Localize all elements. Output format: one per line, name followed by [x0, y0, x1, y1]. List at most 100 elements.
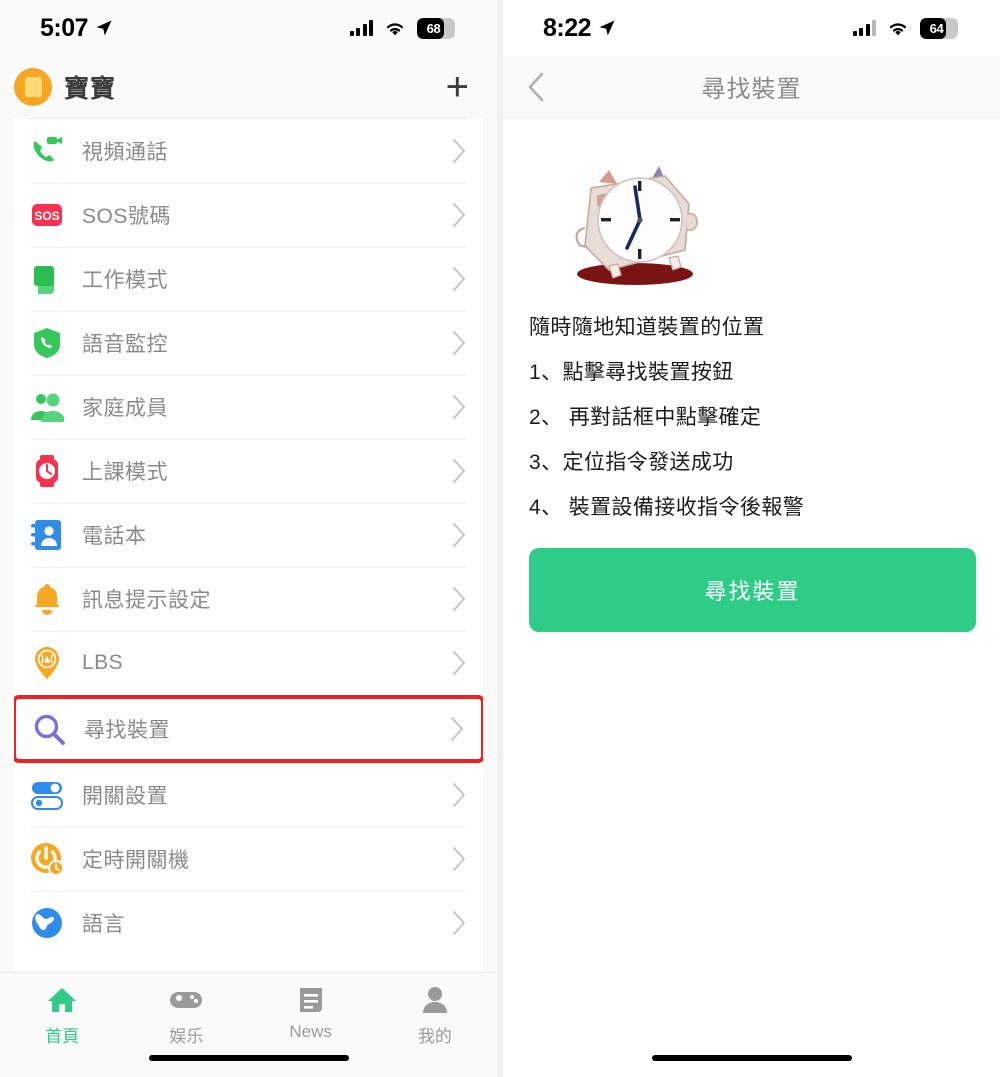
lbs-location-pin-icon [30, 646, 64, 680]
alarm-clock-illustration [575, 166, 698, 285]
search-device-icon [32, 712, 66, 746]
cellular-signal-icon [349, 20, 373, 36]
menu-row[interactable]: 定時開關機 [14, 827, 483, 891]
chevron-right-icon [453, 267, 465, 291]
device-name: 寶寶 [64, 75, 117, 103]
chevron-right-icon [453, 911, 465, 935]
menu-row[interactable]: 語音監控 [14, 311, 483, 375]
menu-row[interactable]: 開關設置 [14, 763, 483, 827]
svg-text:SOS: SOS [34, 209, 59, 223]
sos-icon: SOS [30, 198, 64, 232]
add-device-button[interactable]: + [446, 67, 469, 107]
left-status-bar: 5:07 68 [0, 0, 497, 56]
globe-language-icon [30, 906, 64, 940]
menu-row-label: 訊息提示設定 [82, 589, 211, 612]
chevron-right-icon [453, 459, 465, 483]
menu-row[interactable]: 工作模式 [14, 247, 483, 311]
battery-indicator: 64 [920, 17, 958, 39]
menu-row-label: 視頻通話 [82, 141, 168, 164]
instruction-step: 1、點擊尋找裝置按鈕 [529, 361, 734, 384]
news-icon [298, 985, 324, 1015]
app-header: 寶寶 + [0, 56, 497, 118]
menu-row-label: 開關設置 [82, 785, 168, 808]
tab-entertainment[interactable]: 娱乐 [124, 985, 248, 1077]
chevron-right-icon [453, 139, 465, 163]
navigation-bar: 尋找裝置 [503, 56, 1000, 118]
page-title: 尋找裝置 [701, 76, 802, 103]
menu-row-label: 尋找裝置 [84, 719, 170, 742]
menu-row-label: 工作模式 [82, 269, 168, 292]
bell-notification-icon [30, 582, 64, 616]
menu-row-label: 上課模式 [82, 461, 168, 484]
status-time: 8:22 [543, 13, 592, 42]
person-icon [422, 985, 448, 1015]
tab-news[interactable]: News [249, 985, 373, 1077]
tab-news-label: News [289, 1022, 332, 1041]
menu-row[interactable]: 視頻通話 [14, 119, 483, 183]
menu-row-label: LBS [82, 651, 124, 674]
tab-entertainment-label: 娱乐 [169, 1027, 204, 1046]
find-device-button-label: 尋找裝置 [704, 579, 801, 604]
find-device-body: 隨時隨地知道裝置的位置 1、點擊尋找裝置按鈕 2、 再對話框中點擊確定 3、定位指令發… [503, 118, 1000, 1077]
right-phone-screen: 8:22 64 尋找裝置 隨時隨地知道裝置的位置 1、點擊尋找裝置按鈕 2、 再… [503, 0, 1000, 1077]
family-members-icon [30, 390, 64, 424]
chevron-right-icon [453, 783, 465, 807]
battery-percent: 64 [929, 20, 944, 36]
chevron-right-icon [451, 717, 463, 741]
home-indicator [148, 1055, 349, 1061]
chevron-left-icon[interactable] [525, 71, 547, 103]
menu-row-label: SOS號碼 [82, 205, 171, 228]
wifi-icon [889, 22, 907, 35]
location-arrow-icon [599, 20, 615, 36]
bottom-tab-bar[interactable]: 首頁 娱乐 News 我的 [0, 972, 497, 1077]
menu-row[interactable]: LBS [14, 631, 483, 695]
status-left-group: 5:07 [40, 14, 113, 43]
home-indicator [651, 1055, 852, 1061]
chevron-right-icon [453, 523, 465, 547]
menu-row[interactable]: 家庭成員 [14, 375, 483, 439]
scheduled-power-icon [30, 842, 64, 876]
device-identity[interactable]: 寶寶 [14, 68, 116, 106]
dual-screenshot-container: 5:07 68 寶寶 + 視頻通話 SOS SOS號碼 工作模式 語音監控 家庭… [0, 0, 1000, 1077]
toggle-switch-icon [30, 778, 64, 812]
menu-row[interactable]: SOS SOS號碼 [14, 183, 483, 247]
find-device-button[interactable]: 尋找裝置 [529, 548, 976, 632]
menu-row-label: 語音監控 [82, 333, 168, 356]
menu-row[interactable]: 電話本 [14, 503, 483, 567]
left-phone-screen: 5:07 68 寶寶 + 視頻通話 SOS SOS號碼 工作模式 語音監控 家庭… [0, 0, 497, 1077]
battery-percent: 68 [426, 20, 441, 36]
home-icon [47, 985, 77, 1015]
battery-indicator: 68 [417, 17, 455, 39]
chevron-right-icon [453, 203, 465, 227]
menu-row-label: 家庭成員 [82, 397, 168, 420]
chevron-right-icon [453, 587, 465, 611]
menu-row[interactable]: 語言 [14, 891, 483, 955]
right-status-bar: 8:22 64 [503, 0, 1000, 56]
instruction-step: 2、 再對話框中點擊確定 [529, 406, 762, 429]
menu-row-find-device[interactable]: 尋找裝置 [14, 695, 483, 763]
gamepad-icon [169, 985, 203, 1015]
class-mode-watch-icon [30, 454, 64, 488]
phonebook-icon [30, 518, 64, 552]
work-mode-icon [30, 262, 64, 296]
instructions-heading: 隨時隨地知道裝置的位置 [529, 316, 765, 339]
menu-row-label: 電話本 [82, 525, 147, 548]
menu-row[interactable]: 上課模式 [14, 439, 483, 503]
video-call-icon [30, 134, 64, 168]
tab-profile-label: 我的 [417, 1027, 452, 1046]
menu-row[interactable]: 訊息提示設定 [14, 567, 483, 631]
tab-home[interactable]: 首頁 [0, 985, 124, 1077]
location-arrow-icon [96, 20, 112, 36]
menu-row-label: 定時開關機 [82, 849, 190, 872]
status-left-group: 8:22 [543, 14, 616, 43]
instruction-step: 3、定位指令發送成功 [529, 451, 734, 474]
tab-profile[interactable]: 我的 [373, 985, 497, 1077]
cellular-signal-icon [852, 20, 876, 36]
voice-monitor-icon [30, 326, 64, 360]
status-time: 5:07 [40, 13, 89, 42]
menu-row-label: 語言 [82, 913, 125, 936]
instruction-step: 4、 裝置設備接收指令後報警 [529, 496, 805, 519]
settings-list[interactable]: 視頻通話 SOS SOS號碼 工作模式 語音監控 家庭成員 上課模式 電話本 訊… [14, 118, 483, 972]
watch-avatar-icon[interactable] [14, 68, 52, 106]
instructions-list: 隨時隨地知道裝置的位置 1、點擊尋找裝置按鈕 2、 再對話框中點擊確定 3、定位指令發… [529, 317, 1000, 518]
